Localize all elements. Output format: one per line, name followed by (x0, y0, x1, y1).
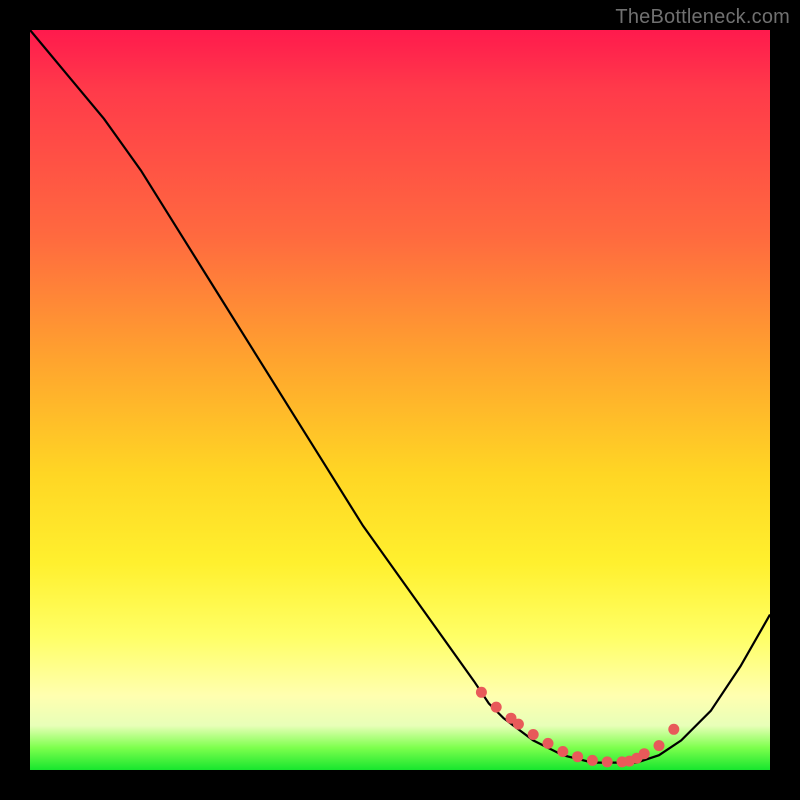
marker-dot (476, 687, 487, 698)
marker-dot (639, 748, 650, 759)
marker-dot (543, 738, 554, 749)
marker-dots (476, 687, 679, 768)
marker-dot (668, 724, 679, 735)
marker-dot (587, 755, 598, 766)
marker-dot (528, 729, 539, 740)
chart-svg (30, 30, 770, 770)
marker-dot (602, 756, 613, 767)
chart-frame: TheBottleneck.com (0, 0, 800, 800)
watermark-text: TheBottleneck.com (615, 6, 790, 29)
bottleneck-curve (30, 30, 770, 763)
marker-dot (572, 751, 583, 762)
marker-dot (557, 746, 568, 757)
marker-dot (654, 740, 665, 751)
plot-area (30, 30, 770, 770)
marker-dot (513, 719, 524, 730)
marker-dot (491, 702, 502, 713)
